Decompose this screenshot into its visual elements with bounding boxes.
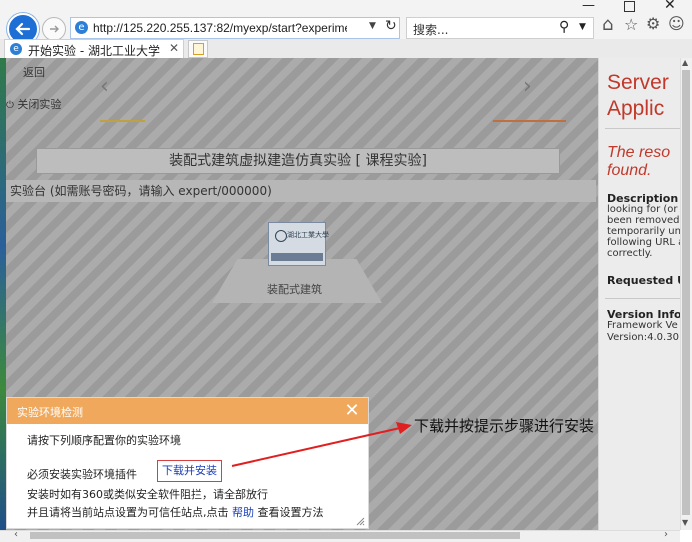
environment-check-dialog: 实验环境检测 ✕ 请按下列顺序配置你的实验环境 必须安装实验环境插件 下载并安装…: [6, 397, 369, 529]
window-controls: — ✕: [560, 0, 692, 14]
forward-button[interactable]: [42, 17, 66, 41]
chevron-right-icon: ›: [523, 74, 532, 99]
forward-arrow-icon: [50, 25, 59, 33]
chevron-left-icon: ‹: [100, 74, 109, 99]
description-line: following URL a: [607, 237, 681, 248]
favorites-star-icon[interactable]: ☆: [624, 15, 638, 34]
error-subheading-line2: found.: [607, 162, 652, 179]
dialog-header: 实验环境检测 ✕: [7, 398, 368, 424]
next-nav-button[interactable]: ›: [493, 62, 566, 122]
version-line: Version:4.0.30: [607, 332, 679, 343]
description-line: correctly.: [607, 248, 653, 259]
error-heading-line2: Applic: [607, 97, 665, 120]
dialog-title: 实验环境检测: [17, 406, 83, 419]
version-body: Framework Ve Version:4.0.30: [607, 320, 681, 344]
horizontal-scroll-thumb[interactable]: [30, 532, 520, 539]
close-icon[interactable]: ✕: [341, 400, 363, 422]
close-window-icon[interactable]: ✕: [664, 0, 676, 13]
url-dropdown-icon[interactable]: ▼: [369, 21, 376, 31]
server-error-panel: Server Applic The reso found. Descriptio…: [598, 58, 681, 530]
module-label[interactable]: 装配式建筑: [267, 281, 322, 297]
search-dropdown-icon[interactable]: ▼: [579, 22, 586, 32]
description-body: looking for (or o been removed, temporar…: [607, 204, 681, 259]
requested-url-heading: Requested U: [607, 274, 681, 287]
home-icon[interactable]: ⌂: [602, 14, 613, 35]
tab-title: 开始实验 - 湖北工业大学: [28, 44, 160, 58]
back-arrow-icon: [15, 22, 31, 36]
search-input[interactable]: 搜索...: [413, 21, 448, 38]
power-icon: ⏻: [6, 100, 14, 111]
refresh-icon[interactable]: ↻: [385, 18, 397, 34]
new-tab-button[interactable]: [188, 40, 208, 58]
divider: [605, 298, 681, 299]
tab-favicon-icon: e: [10, 43, 22, 55]
minimize-icon[interactable]: —: [582, 0, 595, 13]
scroll-right-icon[interactable]: ›: [664, 529, 668, 540]
maximize-icon[interactable]: [624, 1, 635, 12]
vertical-scroll-thumb[interactable]: [682, 70, 690, 515]
error-subheading-line1: The reso: [607, 144, 671, 161]
tab-close-icon[interactable]: ✕: [169, 41, 179, 55]
bench-header: 实验台 (如需账号密码，请输入 expert/000000): [6, 180, 596, 202]
security-note: 安装时如有360或类似安全软件阻拦，请全部放行: [27, 488, 268, 501]
university-logo-icon: [275, 230, 287, 242]
description-line: been removed,: [607, 215, 681, 226]
tab-active[interactable]: e 开始实验 - 湖北工业大学 ✕: [4, 39, 184, 58]
trusted-site-suffix: 查看设置方法: [257, 506, 324, 519]
new-tab-icon: [193, 43, 204, 55]
resize-grip-icon[interactable]: [355, 516, 365, 526]
description-line: temporarily una: [607, 226, 681, 237]
experiment-title: 装配式建筑虚拟建造仿真实验 [ 课程实验]: [36, 148, 560, 174]
error-heading-line1: Server: [607, 71, 669, 94]
plugin-required-text: 必须安装实验环境插件: [27, 468, 137, 481]
trusted-site-note: 并且请将当前站点设置为可信任站点,点击 帮助 查看设置方法: [27, 504, 324, 520]
module-thumb-bar: [271, 253, 323, 261]
search-bar[interactable]: 搜索... ⚲ ▼: [406, 17, 594, 39]
error-subheading: The reso found.: [607, 144, 670, 180]
description-line: looking for (or o: [607, 204, 681, 215]
version-line: Framework Ve: [607, 320, 678, 331]
dialog-instruction: 请按下列顺序配置你的实验环境: [27, 434, 181, 447]
address-bar[interactable]: e http://125.220.255.137:82/myexp/start?…: [70, 17, 400, 39]
smiley-feedback-icon[interactable]: ☺: [668, 14, 685, 33]
close-experiment-link[interactable]: ⏻ 关闭实验: [6, 96, 61, 112]
back-link[interactable]: 返回: [23, 64, 45, 80]
trusted-site-prefix: 并且请将当前站点设置为可信任站点,点击: [27, 506, 229, 519]
search-icon[interactable]: ⚲: [559, 19, 569, 35]
error-heading: Server Applic: [607, 70, 669, 122]
url-text: http://125.220.255.137:82/myexp/start?ex…: [93, 21, 347, 35]
ie-page-icon: e: [75, 21, 88, 34]
gear-icon[interactable]: ⚙: [646, 14, 660, 33]
close-experiment-label: 关闭实验: [17, 98, 62, 111]
annotation-text: 下载并按提示步骤进行安装: [414, 417, 595, 435]
help-link[interactable]: 帮助: [232, 506, 254, 519]
scroll-down-icon[interactable]: ▼: [682, 518, 688, 527]
module-thumb-text: 湖北工業大學: [287, 231, 329, 239]
divider: [605, 128, 681, 129]
prev-nav-button[interactable]: ‹: [100, 62, 145, 122]
download-install-link[interactable]: 下载并安装: [157, 460, 222, 482]
module-thumbnail[interactable]: 湖北工業大學: [268, 222, 329, 266]
scroll-left-icon[interactable]: ‹: [14, 529, 18, 540]
scroll-up-icon[interactable]: ▲: [682, 58, 688, 67]
